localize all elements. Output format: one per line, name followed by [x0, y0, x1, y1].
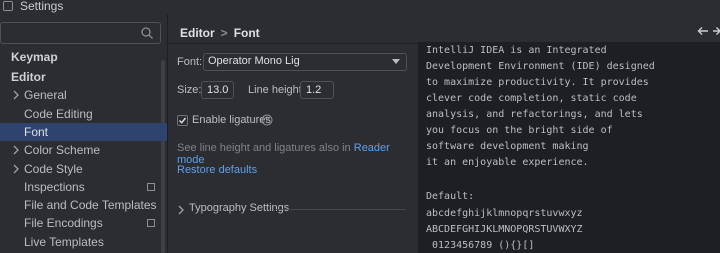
sidebar-item-label: Font — [24, 125, 49, 139]
preview-line: IntelliJ IDEA is an Integrated — [426, 45, 607, 56]
size-field[interactable]: 13.0 — [201, 81, 234, 99]
sidebar-item-color-scheme[interactable]: Color Scheme — [0, 141, 167, 159]
preview-line: Development Environment (IDE) designed — [426, 61, 655, 72]
preview-line: it an enjoyable experience. — [426, 157, 589, 168]
sidebar-item-code-editing[interactable]: Code Editing — [0, 105, 167, 123]
breadcrumb-current: Font — [233, 26, 260, 40]
sidebar-item-label: Code Editing — [24, 107, 93, 121]
search-icon[interactable] — [140, 26, 154, 40]
window-title: Settings — [20, 0, 64, 13]
sidebar-item-label: Editor — [11, 70, 46, 84]
sidebar-item-label: Inspections — [24, 180, 85, 194]
sidebar-item-general[interactable]: General — [0, 86, 167, 104]
preview-line: software development making — [426, 141, 589, 152]
breadcrumb: Editor > Font — [180, 26, 260, 40]
reader-mode-note: See line height and ligatures also in Re… — [177, 142, 418, 166]
sidebar-item-keymap[interactable]: Keymap — [0, 48, 167, 66]
sidebar-item-editor[interactable]: Editor — [0, 68, 167, 86]
restore-defaults-link[interactable]: Restore defaults — [177, 164, 257, 176]
enable-ligatures-label[interactable]: Enable ligatures — [192, 114, 271, 126]
chevron-right-icon[interactable] — [11, 90, 21, 100]
sidebar-item-label: Code Style — [24, 162, 83, 176]
sidebar-item-file-and-code-templates[interactable]: File and Code Templates — [0, 196, 167, 214]
forward-arrow-icon[interactable] — [712, 26, 720, 36]
project-settings-icon — [147, 219, 155, 227]
preview-line: abcdefghijklmnopqrstuvwxyz — [426, 208, 583, 219]
reader-mode-note-text: See line height and ligatures also in — [177, 142, 351, 154]
size-value: 13.0 — [207, 84, 229, 96]
chevron-right-icon[interactable] — [11, 164, 21, 174]
breadcrumb-parent[interactable]: Editor — [180, 26, 215, 40]
preview-line: to maximize productivity. It provides — [426, 77, 649, 88]
chevron-down-icon — [392, 59, 400, 64]
back-arrow-icon[interactable] — [697, 26, 709, 36]
font-family-select[interactable]: Operator Mono Lig — [203, 53, 407, 71]
settings-sidebar: Keymap Editor General Code Editing Font … — [0, 14, 167, 253]
font-settings-panel: Editor > Font Font: Operator Mono Lig Size… — [168, 14, 720, 253]
font-label: Font: — [177, 56, 203, 68]
breadcrumb-separator: > — [220, 26, 228, 40]
size-label: Size: — [177, 84, 202, 96]
typography-settings-section[interactable]: Typography Settings — [168, 201, 418, 219]
question-circle-icon[interactable] — [261, 114, 273, 126]
preview-line: clever code completion, static code — [426, 93, 637, 104]
font-preview-pane[interactable]: IntelliJ IDEA is an Integrated Developme… — [418, 42, 720, 253]
search-input[interactable] — [0, 22, 161, 44]
line-height-field[interactable]: 1.2 — [300, 81, 334, 99]
line-height-label: Line height: — [248, 84, 305, 96]
chevron-right-icon[interactable] — [177, 205, 185, 215]
typography-divider — [276, 209, 406, 210]
checkmark-icon — [179, 117, 187, 124]
sidebar-item-label: Keymap — [11, 50, 58, 64]
settings-app-icon — [3, 1, 13, 11]
preview-line: analysis, and refactorings, and lets — [426, 109, 643, 120]
preview-line: Default: — [426, 191, 475, 202]
sidebar-item-label: File and Code Templates — [24, 198, 157, 212]
sidebar-item-label: Live Templates — [24, 235, 104, 249]
sidebar-item-code-style[interactable]: Code Style — [0, 160, 167, 178]
sidebar-item-font[interactable]: Font — [0, 123, 167, 141]
sidebar-item-live-templates[interactable]: Live Templates — [0, 233, 167, 251]
enable-ligatures-checkbox[interactable] — [177, 115, 188, 126]
line-height-value: 1.2 — [306, 84, 322, 96]
sidebar-item-inspections[interactable]: Inspections — [0, 178, 167, 196]
sidebar-item-label: File Encodings — [24, 216, 103, 230]
sidebar-item-file-encodings[interactable]: File Encodings — [0, 214, 167, 232]
project-settings-icon — [147, 183, 155, 191]
title-bar: Settings — [0, 0, 720, 14]
sidebar-item-label: General — [24, 88, 67, 102]
sidebar-item-label: Color Scheme — [24, 143, 101, 157]
chevron-right-icon[interactable] — [11, 145, 21, 155]
preview-line: 0123456789 (){}[] — [426, 240, 535, 251]
preview-line: you focus on the bright side of — [426, 125, 613, 136]
typography-settings-label: Typography Settings — [189, 202, 290, 214]
font-family-value: Operator Mono Lig — [208, 55, 300, 67]
preview-line: ABCDEFGHIJKLMNOPQRSTUVWXYZ — [426, 224, 583, 235]
